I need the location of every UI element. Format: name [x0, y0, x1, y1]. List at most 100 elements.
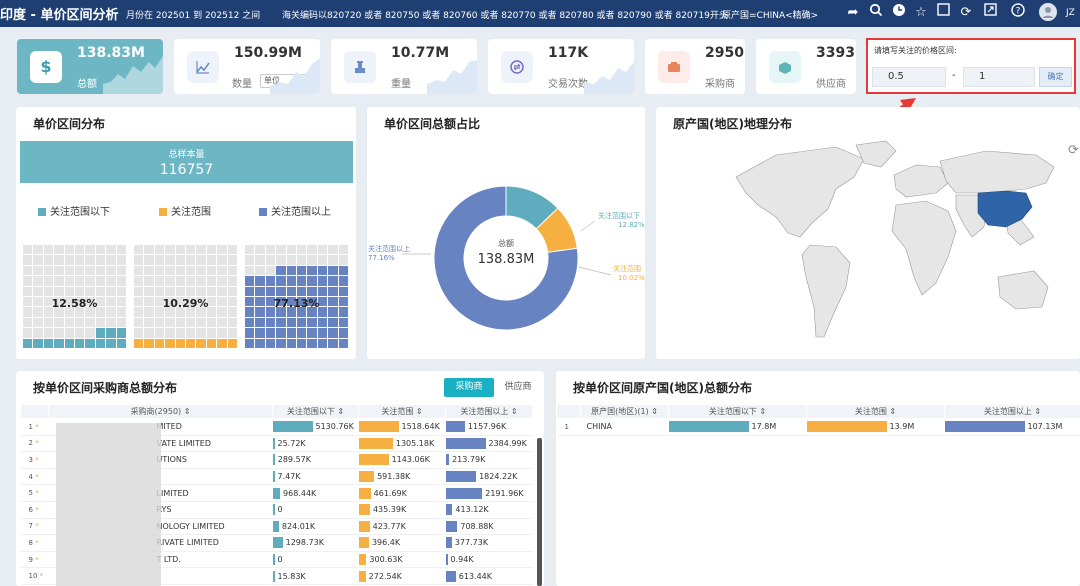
filter-origin[interactable]: 原产国=CHINA<精确> — [722, 8, 818, 21]
col-range[interactable]: 关注范围 ⇕ — [358, 404, 446, 419]
waffle-cell — [276, 245, 286, 255]
col-above[interactable]: 关注范围以上 ⇕ — [944, 404, 1080, 419]
sort-icon[interactable]: ⇕ — [337, 407, 344, 416]
price-to-input[interactable]: 1 — [963, 67, 1035, 87]
kpi-quantity[interactable]: 150.99M 数量 单位▼ — [174, 39, 320, 94]
waffle-cell — [74, 255, 85, 265]
sort-icon[interactable]: ⇕ — [889, 407, 896, 416]
waffle-cell — [33, 338, 43, 348]
confirm-button[interactable]: 确定 — [1039, 67, 1072, 87]
legend-in-range[interactable]: 关注范围 — [159, 203, 211, 218]
legend-below[interactable]: 关注范围以下 — [38, 203, 110, 218]
waffle-cell — [286, 265, 296, 276]
table-scrollbar[interactable] — [537, 438, 542, 586]
col-origin[interactable]: 原产国(地区)(1) ⇕ — [580, 404, 669, 419]
avatar-icon[interactable] — [1038, 3, 1058, 23]
col-below[interactable]: 关注范围以下 ⇕ — [668, 404, 807, 419]
col-range[interactable]: 关注范围 ⇕ — [806, 404, 945, 419]
sort-icon[interactable]: ⇕ — [416, 407, 423, 416]
waffle-cell — [144, 317, 154, 328]
kpi-buyers[interactable]: 2950 采购商 — [645, 39, 745, 94]
help-icon[interactable]: ? — [1008, 3, 1028, 23]
waffle-cell — [307, 338, 317, 348]
waffle-cell — [328, 328, 338, 338]
kpi-suppliers[interactable]: 3393 供应商 — [756, 39, 856, 94]
kpi-value: 2950 — [705, 45, 744, 61]
waffle-cell — [165, 255, 175, 265]
cell-below: 15.83K — [272, 567, 359, 585]
waffle-cell — [116, 338, 126, 348]
waffle-cell — [95, 255, 106, 265]
kpi-label: 采购商 — [705, 79, 735, 90]
price-from-input[interactable]: 0.5 — [872, 67, 946, 87]
waffle-cell — [307, 317, 317, 328]
value-bar — [272, 437, 275, 449]
waffle-cell — [116, 286, 126, 296]
world-map[interactable] — [716, 137, 1056, 357]
search-icon[interactable] — [866, 3, 886, 23]
waffle-cell — [106, 286, 116, 296]
tab-suppliers[interactable]: 供应商 — [498, 378, 538, 397]
waffle-cell — [64, 328, 74, 338]
filter-month[interactable]: 月份在 202501 到 202512 之间 — [126, 8, 260, 21]
waffle-cell — [265, 276, 276, 286]
sort-icon[interactable]: ⇕ — [759, 407, 766, 416]
kpi-total-amount[interactable]: $ 138.83M 总额 — [17, 39, 163, 94]
refresh-icon[interactable]: ⟳ — [956, 3, 976, 23]
waffle-cell — [165, 265, 175, 276]
waffle-cell — [154, 328, 165, 338]
waffle-cell — [265, 328, 276, 338]
value-bar — [445, 437, 486, 449]
value-bar — [358, 537, 369, 549]
waffle-cell — [206, 245, 217, 255]
table-row[interactable]: 1 CHINA 17.8M 13.9M 107.13M — [556, 418, 1080, 436]
sort-icon[interactable]: ⇕ — [1034, 407, 1041, 416]
price-range-label: 请填写关注的价格区间: — [874, 46, 957, 55]
tab-buyers[interactable]: 采购商 — [444, 378, 494, 397]
value-bar — [445, 487, 483, 499]
kpi-weight[interactable]: 10.77M 重量 — [331, 39, 477, 94]
waffle-cell — [185, 328, 196, 338]
star-icon[interactable]: ☆ — [911, 3, 931, 23]
waffle-cell — [217, 328, 227, 338]
sort-icon[interactable]: ⇕ — [511, 407, 518, 416]
fullscreen-icon[interactable] — [980, 3, 1000, 23]
exchange-icon — [501, 51, 533, 83]
legend-above[interactable]: 关注范围以上 — [259, 203, 331, 218]
waffle-cell — [206, 255, 217, 265]
sparkline — [103, 56, 163, 94]
clock-icon[interactable] — [889, 3, 909, 23]
user-name: JZ — [1066, 8, 1075, 18]
kpi-transactions[interactable]: 117K 交易次数 — [488, 39, 634, 94]
sort-icon[interactable]: ⇕ — [651, 407, 658, 416]
waffle-cell — [338, 276, 348, 286]
cell-below: 0 — [272, 501, 359, 519]
value-bar — [358, 554, 367, 566]
filter-hs-code[interactable]: 海关编码以820720 或者 820750 或者 820760 或者 82077… — [282, 8, 728, 21]
value-bar — [272, 570, 275, 582]
copy-icon[interactable] — [933, 3, 953, 23]
waffle-cell — [144, 265, 154, 276]
waffle-cell — [185, 245, 196, 255]
waffle-cell — [95, 317, 106, 328]
waffle-cell — [175, 276, 185, 286]
col-below[interactable]: 关注范围以下 ⇕ — [272, 404, 359, 419]
waffle-cell — [338, 286, 348, 296]
waffle-cell — [154, 276, 165, 286]
col-buyer[interactable]: 采购商(2950) ⇕ — [48, 404, 273, 419]
reset-view-icon[interactable]: ⟳ — [1068, 143, 1079, 158]
waffle-cell — [106, 276, 116, 286]
waffle-cell — [54, 328, 64, 338]
map-australia — [997, 270, 1049, 310]
waffle-cell — [227, 276, 237, 286]
kpi-label: 供应商 — [816, 79, 846, 90]
share-icon[interactable]: ➦ — [843, 3, 863, 23]
waffle-cell — [255, 276, 265, 286]
value-bar — [272, 537, 283, 549]
row-name[interactable]: CHINA — [580, 418, 669, 436]
waffle-cell — [245, 317, 255, 328]
sort-icon[interactable]: ⇕ — [184, 407, 191, 416]
value-bar — [272, 454, 275, 466]
col-above[interactable]: 关注范围以上 ⇕ — [445, 404, 533, 419]
waffle-cell — [328, 286, 338, 296]
